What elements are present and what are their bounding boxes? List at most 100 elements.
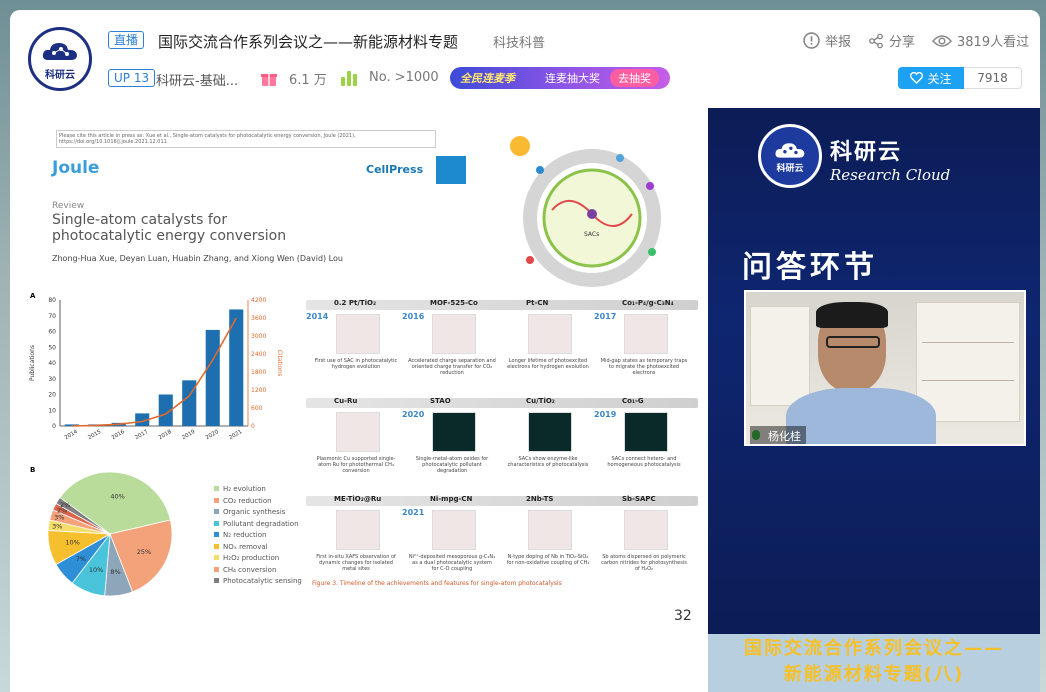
x-tick-label: 2021 (228, 429, 243, 441)
timeline-year: 2014 (306, 312, 329, 321)
timeline-image (336, 314, 380, 354)
report-label: 举报 (825, 35, 852, 50)
pie-legend-item: CO₂ reduction (214, 496, 302, 508)
channel-name[interactable]: 科研云-基础... (156, 70, 238, 89)
timeline-item-description: Longer lifetime of photoexcited electron… (507, 358, 589, 370)
x-tick-label: 2019 (181, 429, 197, 441)
brand-name: 科研云 (830, 140, 903, 165)
sac-label: SACs (584, 231, 599, 238)
y2-tick-label: 2400 (251, 351, 266, 358)
x-tick-label: 2014 (64, 429, 80, 441)
research-cloud-logo: 科研云 (758, 124, 822, 188)
x-tick-label: 2017 (134, 429, 150, 441)
timeline-item-title: Ni-mpg-CN (430, 495, 473, 503)
share-label: 分享 (889, 35, 916, 50)
follower-count: 7918 (964, 67, 1022, 89)
timeline-image (528, 412, 572, 452)
viewer-count-label: 3819人看过 (957, 35, 1030, 50)
pie-legend-label: CH₄ conversion (223, 565, 277, 574)
y-tick-label: 80 (48, 297, 56, 304)
timeline-item: Ni-mpg-CN 2021 Ni²⁺-deposited mesoporous g… (402, 492, 498, 588)
y-tick-label: 40 (48, 360, 56, 367)
timeline-item-description: First in-situ XAFS observation of dynami… (316, 554, 396, 572)
gift-count: 6.1 万 (260, 69, 327, 88)
timeline-item-title: Cu/TiO₂ (526, 397, 555, 405)
presentation-slide: Please cite this article in press as: Xu… (10, 108, 708, 692)
timeline-item-description: First use of SAC in photocatalytic hydro… (314, 358, 398, 370)
logo-label: 科研云 (776, 163, 804, 174)
pie-slice-label: 10% (65, 539, 79, 547)
lottery-banner[interactable]: 全民连麦季 连麦抽大奖 去抽奖 (450, 67, 670, 89)
timeline-item-title: Co₁-P₄/g-C₃N₄ (622, 299, 674, 307)
bar (205, 329, 220, 426)
warning-icon (803, 32, 820, 49)
timeline-item: 2Nb-TS N-type doping of Nb in TiO₂-SiO₂ f… (498, 492, 594, 588)
y-tick-label: 70 (48, 313, 56, 320)
timeline-image (432, 314, 476, 354)
stream-title: 国际交流合作系列会议之——新能源材料专题 (158, 33, 459, 51)
channel-avatar[interactable]: 科研云 (28, 27, 92, 91)
timeline-item-title: 2Nb-TS (526, 495, 554, 503)
article-type: Review (52, 201, 85, 211)
y2-tick-label: 1800 (251, 369, 266, 376)
timeline-year: 2021 (402, 508, 425, 517)
timeline-item: Sb-SAPC Sb atoms dispersed on polymeric c… (594, 492, 690, 588)
y-tick-label: 20 (48, 392, 56, 399)
x-tick-label: 2020 (205, 429, 221, 441)
follow-button[interactable]: 关注 (898, 67, 964, 89)
viewer-count: 3819人看过 (932, 31, 1029, 50)
pie-slice-label: 25% (137, 548, 151, 556)
timeline-year: 2019 (594, 410, 617, 419)
y2-tick-label: 3600 (251, 315, 266, 322)
y2-tick-label: 3000 (251, 333, 266, 340)
x-tick-label: 2016 (111, 429, 127, 441)
stream-header: 科研云 直播 国际交流合作系列会议之——新能源材料专题 科技科普 举报 分享 3… (10, 10, 1040, 108)
lottery-button[interactable]: 去抽奖 (610, 69, 659, 87)
timeline-item: Cu/TiO₂ SACs show enzyme-like characteris… (498, 394, 594, 490)
rank-indicator: No. >1000 (340, 69, 439, 86)
speaker-camera: 杨化桂 (744, 290, 1026, 446)
cloud-logo-icon (775, 142, 805, 158)
y2-tick-label: 600 (251, 405, 263, 412)
timeline-item-description: Ni²⁺-deposited mesoporous g-C₃N₄ as a du… (408, 554, 496, 572)
brand-english: Research Cloud (830, 166, 951, 184)
pie-legend: H₂ evolution CO₂ reduction Organic synthes… (214, 484, 302, 588)
slide-citation: Please cite this article in press as: Xu… (56, 130, 436, 148)
watermark-line1: 国际交流合作系列会议之—— (744, 638, 1004, 659)
pie-legend-item: Pollutant degradation (214, 519, 302, 531)
timeline-image (624, 314, 668, 354)
share-button[interactable]: 分享 (868, 31, 915, 50)
stream-category[interactable]: 科技科普 (493, 32, 545, 51)
pie-legend-label: H₂O₂ production (223, 554, 280, 562)
report-button[interactable]: 举报 (803, 31, 851, 50)
pie-slice-label: 40% (110, 492, 124, 500)
pie-legend-label: H₂ evolution (223, 485, 266, 493)
timeline-item-title: 0.2 Pt/TiO₂ (334, 299, 377, 307)
pie-legend-label: CO₂ reduction (223, 496, 272, 505)
publisher-name: CellPress (366, 163, 424, 176)
rank-label: No. >1000 (369, 70, 439, 85)
stream-card: 科研云 直播 国际交流合作系列会议之——新能源材料专题 科技科普 举报 分享 3… (10, 10, 1040, 692)
y2-axis-label: Citations (276, 350, 283, 377)
pie-slice-label: 10% (89, 566, 103, 574)
timeline-item: Pt-CN Longer lifetime of photoexcited ele… (498, 296, 594, 392)
pie-slice-label: 2% (60, 501, 70, 509)
rank-bars-icon (341, 71, 357, 86)
y-tick-label: 0 (52, 423, 56, 430)
timeline-image (528, 314, 572, 354)
timeline-item-title: Cu-Ru (334, 397, 358, 405)
publications-chart: 0 10 20 30 40 50 60 70 80 0 600 1200 1800 2400 3000 360… (29, 297, 283, 441)
pie-legend-item: NOₓ removal (214, 542, 302, 554)
video-player[interactable]: Please cite this article in press as: Xu… (10, 108, 1040, 692)
timeline-item-description: SACs show enzyme-like characteristics of… (507, 456, 589, 468)
pie-legend-label: Organic synthesis (223, 508, 286, 516)
eye-icon (932, 34, 952, 47)
logo-label: 科研云 (45, 69, 75, 81)
pie-slice-label: 3% (52, 522, 62, 530)
timeline-item: Cu-Ru Plasmonic Cu supported single-atom … (306, 394, 402, 490)
timeline-item-description: Single-metal-atom oxides for photocataly… (415, 456, 489, 474)
y-axis-label: Publications (29, 345, 36, 381)
pie-slice-label: 7% (76, 555, 86, 563)
timeline-year: 2017 (594, 312, 617, 321)
branding-panel: 科研云 科研云 Research Cloud 问答环节 杨化桂 (708, 108, 1040, 634)
